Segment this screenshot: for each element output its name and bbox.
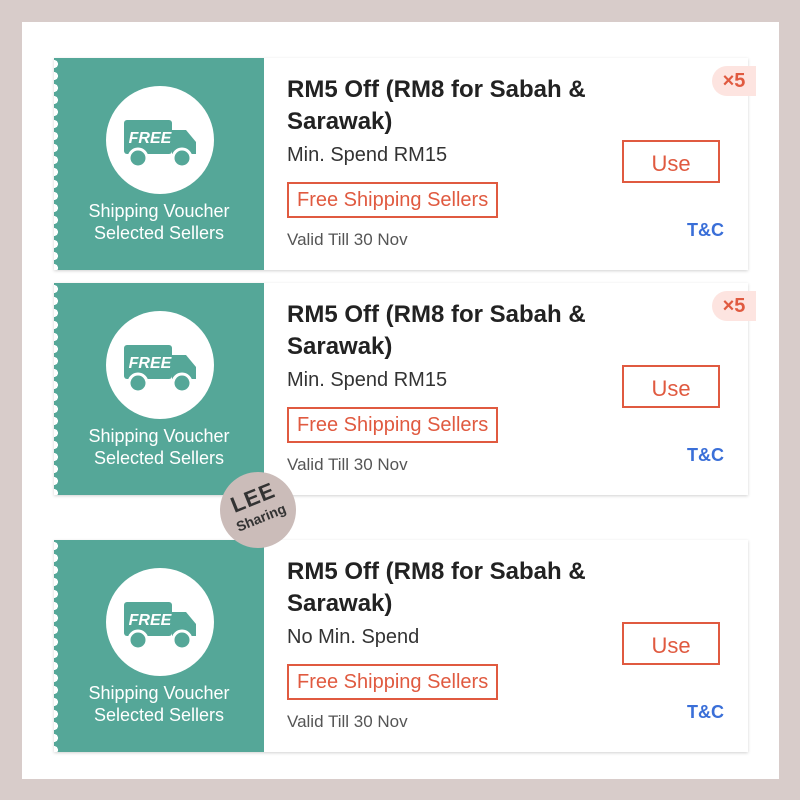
min-spend-text: Min. Spend RM15 bbox=[287, 369, 448, 391]
use-button[interactable]: Use bbox=[622, 365, 720, 408]
voucher-scope-label: Selected Sellers bbox=[93, 448, 225, 468]
free-shipping-sellers-tag: Free Shipping Sellers bbox=[287, 407, 499, 443]
voucher-title: RM5 Off (RM8 for Sabah & Sarawak) bbox=[287, 76, 586, 135]
voucher-card: FREE Shipping Voucher Selected Sellers R… bbox=[54, 540, 748, 752]
voucher-type-label: Shipping Voucher bbox=[88, 683, 230, 703]
voucher-card: FREE Shipping Voucher Selected Sellers R… bbox=[54, 283, 756, 501]
min-spend-text: Min. Spend RM15 bbox=[287, 144, 448, 166]
free-label: FREE bbox=[129, 355, 173, 372]
voucher-card: FREE Shipping Voucher Selected Sellers R… bbox=[54, 58, 756, 276]
voucher-scope-label: Selected Sellers bbox=[93, 223, 225, 243]
free-shipping-sellers-tag: Free Shipping Sellers bbox=[287, 664, 499, 700]
use-button[interactable]: Use bbox=[622, 622, 720, 665]
free-shipping-truck-icon: FREE bbox=[106, 86, 214, 194]
min-spend-text: No Min. Spend bbox=[287, 626, 420, 648]
voucher-type-label: Shipping Voucher bbox=[88, 426, 230, 446]
validity-text: Valid Till 30 Nov bbox=[287, 230, 408, 249]
validity-text: Valid Till 30 Nov bbox=[287, 712, 408, 731]
voucher-type-label: Shipping Voucher bbox=[88, 201, 230, 221]
voucher-scope-label: Selected Sellers bbox=[93, 705, 225, 725]
validity-text: Valid Till 30 Nov bbox=[287, 455, 408, 474]
free-shipping-sellers-tag: Free Shipping Sellers bbox=[287, 182, 499, 218]
terms-link[interactable]: T&C bbox=[687, 220, 724, 241]
terms-link[interactable]: T&C bbox=[687, 702, 724, 723]
quantity-badge: ×5 bbox=[712, 291, 756, 321]
free-label: FREE bbox=[129, 130, 173, 147]
use-button[interactable]: Use bbox=[622, 140, 720, 183]
voucher-left-panel: FREE Shipping Voucher Selected Sellers bbox=[54, 540, 264, 752]
free-label: FREE bbox=[129, 612, 173, 629]
free-shipping-truck-icon: FREE bbox=[106, 311, 214, 419]
voucher-left-panel: FREE Shipping Voucher Selected Sellers bbox=[54, 283, 264, 495]
voucher-title: RM5 Off (RM8 for Sabah & Sarawak) bbox=[287, 301, 586, 360]
voucher-title: RM5 Off (RM8 for Sabah & Sarawak) bbox=[287, 558, 586, 617]
voucher-left-panel: FREE Shipping Voucher Selected Sellers bbox=[54, 58, 264, 270]
quantity-badge: ×5 bbox=[712, 66, 756, 96]
free-shipping-truck-icon: FREE bbox=[106, 568, 214, 676]
terms-link[interactable]: T&C bbox=[687, 445, 724, 466]
